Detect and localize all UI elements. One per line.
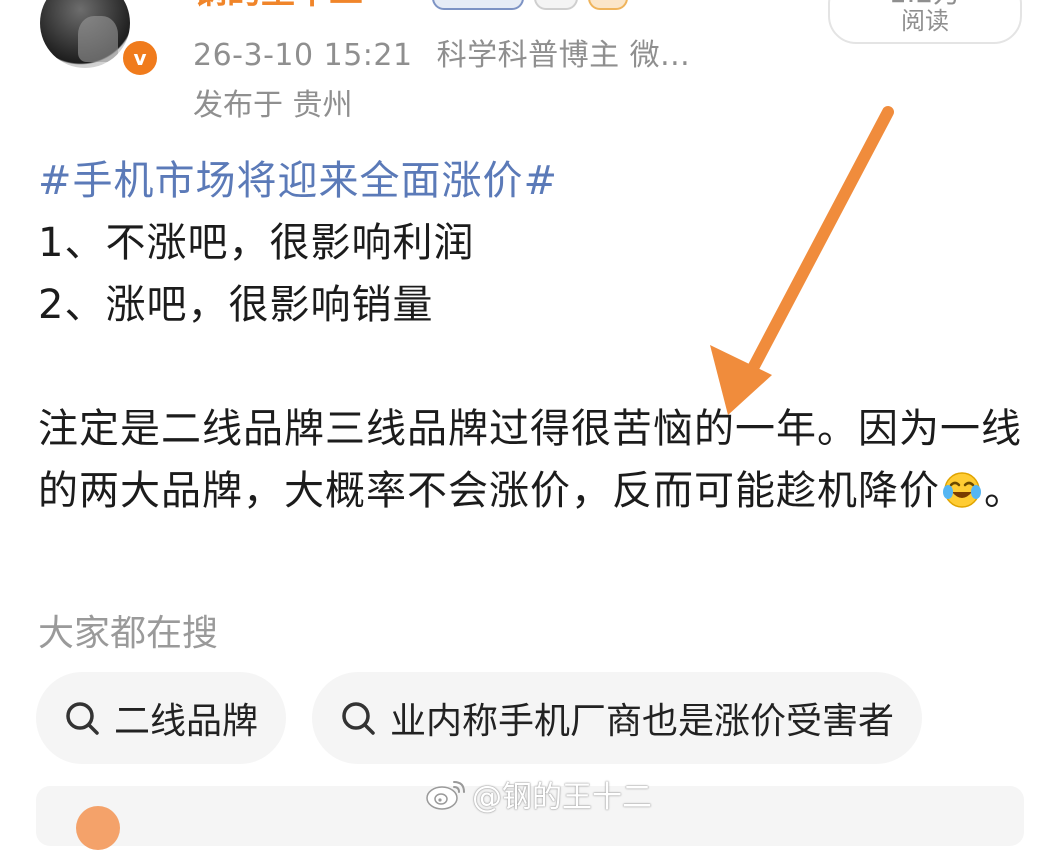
post-content: #手机市场将迎来全面涨价# 1、不涨吧，很影响利润 2、涨吧，很影响销量 注定是… xyxy=(38,150,1028,522)
post-meta: 26-3-10 15:21 科学科普博主 微... xyxy=(193,30,714,74)
read-count-badge: 1.2万 阅读 xyxy=(828,0,1022,44)
author-role: 科学科普博主 微... xyxy=(436,38,691,73)
member-badge-icon xyxy=(432,0,524,10)
verified-badge: v xyxy=(120,38,160,78)
post-paragraph: 注定是二线品牌三线品牌过得很苦恼的一年。因为一线的两大品牌，大概率不会涨价，反而… xyxy=(38,398,1028,522)
post-paragraph-text: 注定是二线品牌三线品牌过得很苦恼的一年。因为一线的两大品牌，大概率不会涨价，反而… xyxy=(38,406,1022,514)
search-chips: 二线品牌 业内称手机厂商也是涨价受害者 xyxy=(36,672,923,764)
weibo-icon xyxy=(426,781,465,810)
comment-avatar[interactable] xyxy=(76,806,120,850)
hashtag-link[interactable]: #手机市场将迎来全面涨价# xyxy=(38,158,558,204)
post-line-1: 1、不涨吧，很影响利润 xyxy=(38,220,475,266)
search-chip[interactable]: 业内称手机厂商也是涨价受害者 xyxy=(312,672,923,764)
search-chip-label: 二线品牌 xyxy=(114,701,259,742)
read-count-label: 阅读 xyxy=(901,7,949,35)
post-line-2: 2、涨吧，很影响销量 xyxy=(38,282,434,328)
post-location: 发布于 贵州 xyxy=(193,88,353,123)
post-paragraph-end: 。 xyxy=(984,468,1025,514)
search-chip-label: 业内称手机厂商也是涨价受害者 xyxy=(390,701,895,742)
fan-badge-icon xyxy=(588,0,628,10)
user-badges xyxy=(432,0,628,10)
author-avatar-wrap[interactable]: v xyxy=(40,0,160,78)
search-icon xyxy=(66,702,99,735)
laughing-crying-emoji-icon xyxy=(943,472,981,508)
watermark: @钢的王十二 xyxy=(424,772,652,816)
search-section-title: 大家都在搜 xyxy=(38,613,219,654)
search-icon xyxy=(342,702,375,735)
level-badge-icon xyxy=(534,0,578,10)
watermark-text: @钢的王十二 xyxy=(472,780,652,815)
search-chip[interactable]: 二线品牌 xyxy=(36,672,287,764)
avatar[interactable] xyxy=(40,0,130,68)
post-timestamp: 26-3-10 15:21 xyxy=(193,38,413,73)
username[interactable]: 钢的王十二 xyxy=(193,0,363,13)
